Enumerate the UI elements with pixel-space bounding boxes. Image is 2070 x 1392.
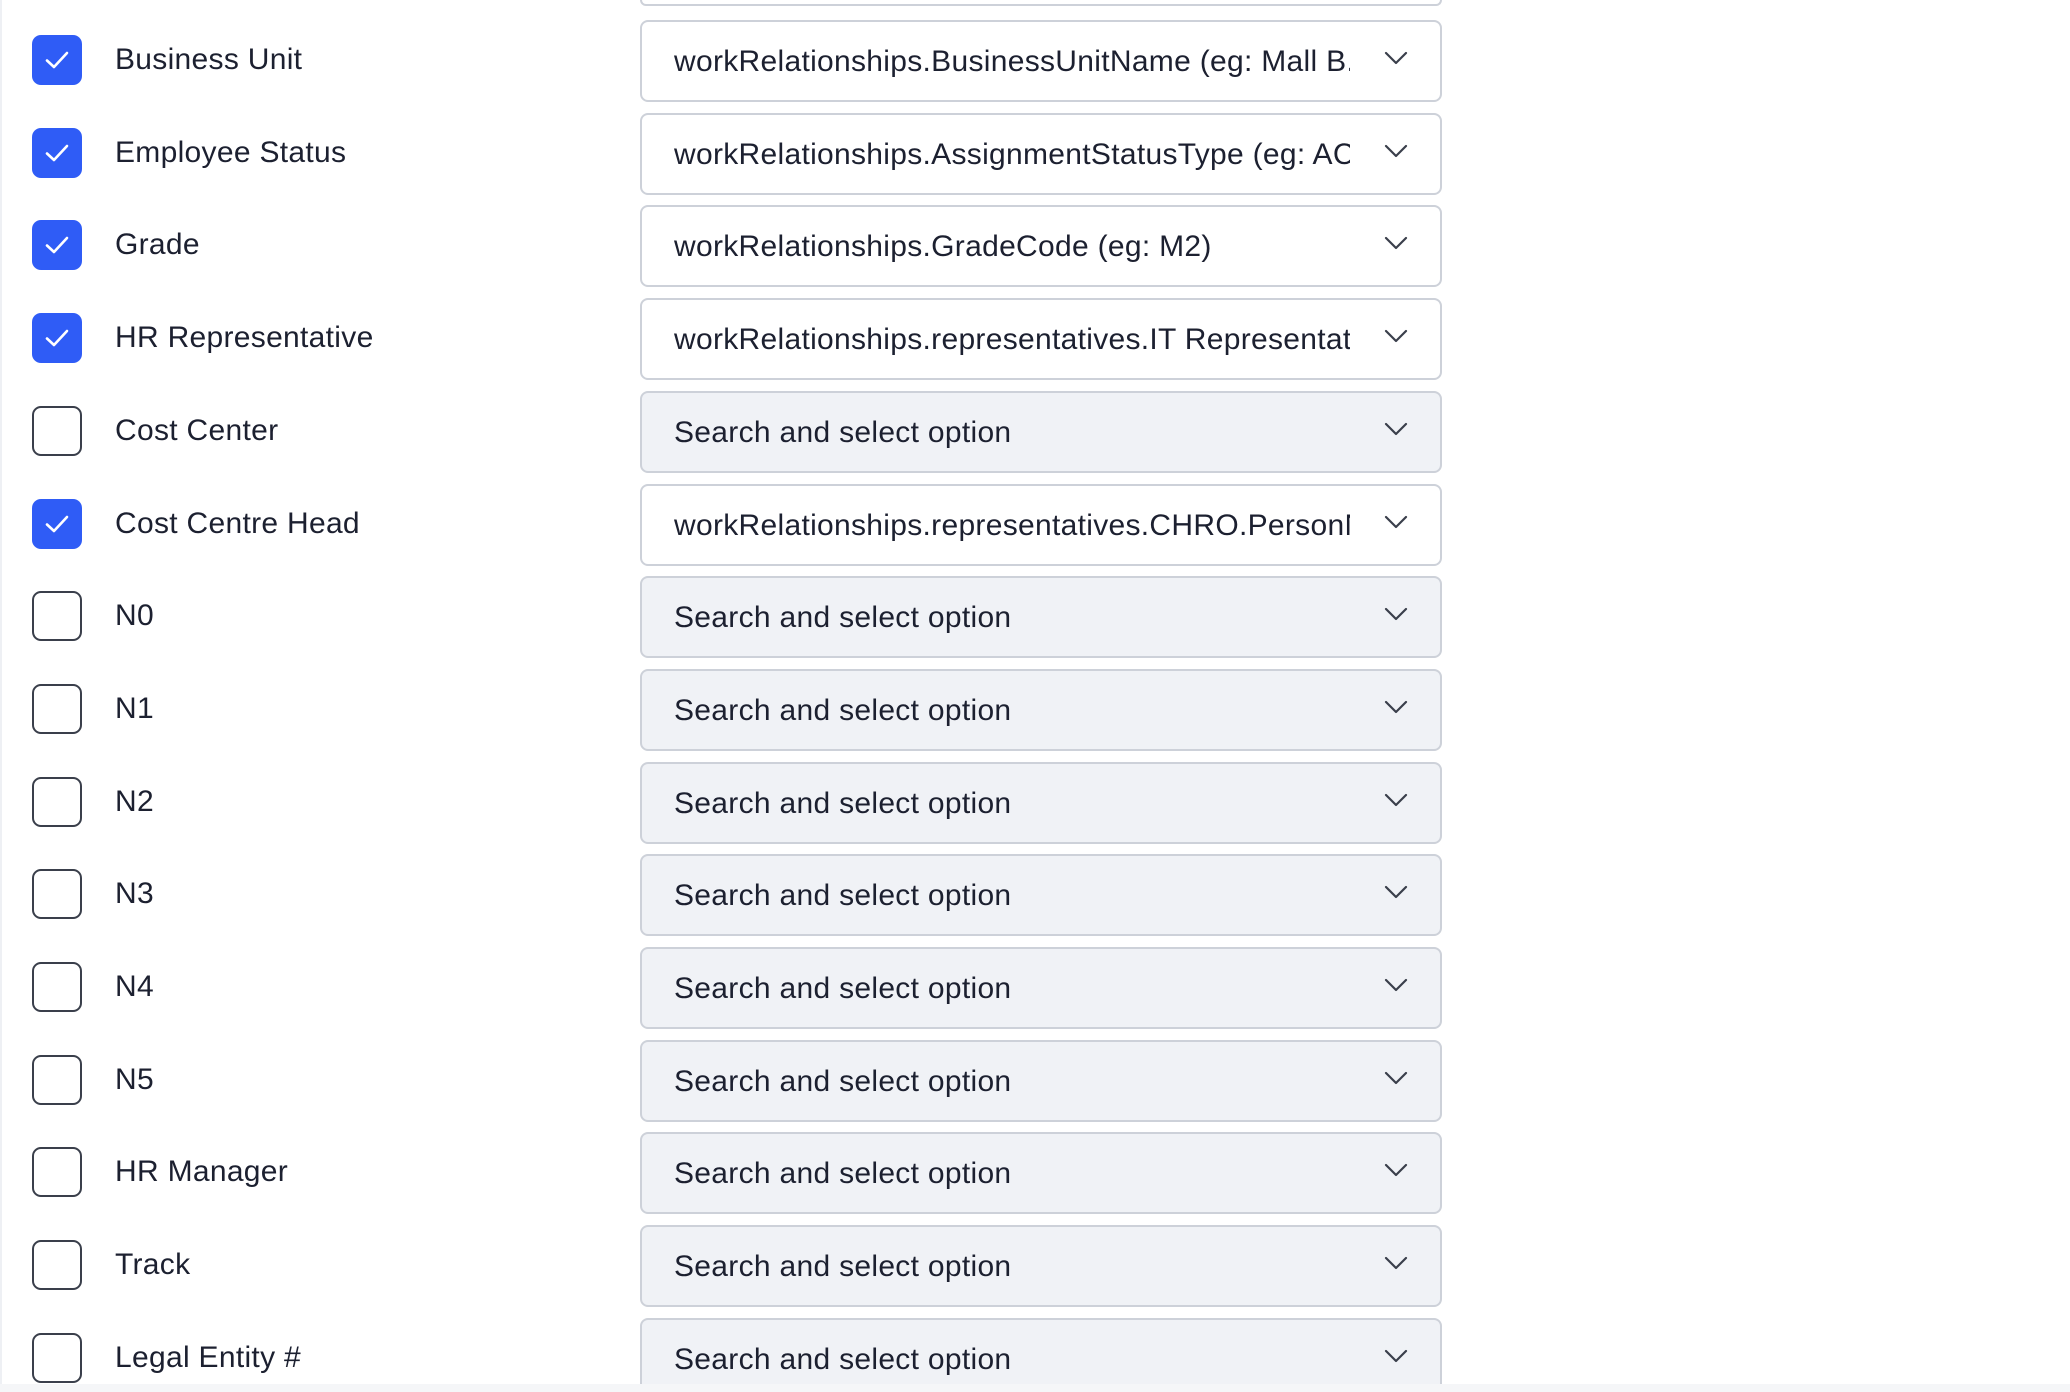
field-mapping-row-0: Business Unit workRelationships.Business… — [0, 14, 1460, 102]
select-value: workRelationships.AssignmentStatusType (… — [674, 138, 1350, 171]
chevron-down-icon — [1384, 1256, 1408, 1270]
select-value: workRelationships.BusinessUnitName (eg: … — [674, 45, 1350, 78]
chevron-down-icon — [1384, 1163, 1408, 1177]
previous-select-bottom-edge — [640, 0, 1442, 6]
field-label: N0 — [115, 599, 154, 632]
field-checkbox[interactable] — [32, 406, 82, 456]
field-checkbox[interactable] — [32, 313, 82, 363]
chevron-down-icon — [1384, 978, 1408, 992]
field-checkbox[interactable] — [32, 128, 82, 178]
field-checkbox[interactable] — [32, 220, 82, 270]
field-mapping-select[interactable]: workRelationships.representatives.IT Rep… — [640, 298, 1442, 380]
field-label: HR Manager — [115, 1155, 289, 1188]
panel-bottom-band — [0, 1384, 2070, 1392]
field-mapping-row-1: Employee Status workRelationships.Assign… — [0, 107, 1460, 195]
field-mapping-select[interactable]: Search and select option — [640, 762, 1442, 844]
field-mapping-row-10: N4 Search and select option — [0, 941, 1460, 1029]
select-value: workRelationships.GradeCode (eg: M2) — [674, 230, 1212, 263]
field-checkbox[interactable] — [32, 962, 82, 1012]
field-label: Cost Centre Head — [115, 507, 360, 540]
field-mapping-select[interactable]: workRelationships.representatives.CHRO.P… — [640, 484, 1442, 566]
field-mapping-select[interactable]: Search and select option — [640, 947, 1442, 1029]
select-placeholder: Search and select option — [674, 787, 1012, 820]
field-label: Business Unit — [115, 43, 303, 76]
field-label: N1 — [115, 692, 154, 725]
check-icon — [45, 329, 69, 347]
field-label: N2 — [115, 785, 154, 818]
field-label: Legal Entity # — [115, 1341, 301, 1374]
field-mapping-select[interactable]: Search and select option — [640, 669, 1442, 751]
field-checkbox[interactable] — [32, 499, 82, 549]
field-label: Cost Center — [115, 414, 279, 447]
field-mapping-row-9: N3 Search and select option — [0, 848, 1460, 936]
select-value: workRelationships.representatives.CHRO.P… — [674, 509, 1350, 542]
field-mapping-row-11: N5 Search and select option — [0, 1034, 1460, 1122]
field-checkbox[interactable] — [32, 35, 82, 85]
field-mapping-panel: Business Unit workRelationships.Business… — [0, 0, 2070, 1392]
field-label: N4 — [115, 970, 154, 1003]
field-mapping-select[interactable]: Search and select option — [640, 1225, 1442, 1307]
field-checkbox[interactable] — [32, 777, 82, 827]
field-mapping-row-2: Grade workRelationships.GradeCode (eg: M… — [0, 199, 1460, 287]
field-mapping-select[interactable]: workRelationships.BusinessUnitName (eg: … — [640, 20, 1442, 102]
select-placeholder: Search and select option — [674, 601, 1012, 634]
check-icon — [45, 144, 69, 162]
select-placeholder: Search and select option — [674, 694, 1012, 727]
field-mapping-row-7: N1 Search and select option — [0, 663, 1460, 751]
chevron-down-icon — [1384, 700, 1408, 714]
field-mapping-row-8: N2 Search and select option — [0, 756, 1460, 844]
check-icon — [45, 515, 69, 533]
field-mapping-row-4: Cost Center Search and select option — [0, 385, 1460, 473]
field-label: HR Representative — [115, 321, 374, 354]
select-placeholder: Search and select option — [674, 972, 1012, 1005]
select-value: workRelationships.representatives.IT Rep… — [674, 323, 1350, 356]
field-mapping-select[interactable]: Search and select option — [640, 1132, 1442, 1214]
field-mapping-row-3: HR Representative workRelationships.repr… — [0, 292, 1460, 380]
select-placeholder: Search and select option — [674, 879, 1012, 912]
select-placeholder: Search and select option — [674, 1250, 1012, 1283]
field-label: Grade — [115, 228, 200, 261]
field-label: N5 — [115, 1063, 154, 1096]
select-placeholder: Search and select option — [674, 416, 1012, 449]
field-mapping-select[interactable]: Search and select option — [640, 1318, 1442, 1392]
field-mapping-row-12: HR Manager Search and select option — [0, 1126, 1460, 1214]
chevron-down-icon — [1384, 515, 1408, 529]
field-checkbox[interactable] — [32, 1333, 82, 1383]
field-label: Employee Status — [115, 136, 347, 169]
select-placeholder: Search and select option — [674, 1343, 1012, 1376]
field-label: N3 — [115, 877, 154, 910]
field-checkbox[interactable] — [32, 684, 82, 734]
chevron-down-icon — [1384, 422, 1408, 436]
field-checkbox[interactable] — [32, 1240, 82, 1290]
field-mapping-row-13: Track Search and select option — [0, 1219, 1460, 1307]
field-checkbox[interactable] — [32, 1147, 82, 1197]
check-icon — [45, 236, 69, 254]
chevron-down-icon — [1384, 607, 1408, 621]
select-placeholder: Search and select option — [674, 1157, 1012, 1190]
field-mapping-select[interactable]: Search and select option — [640, 854, 1442, 936]
field-mapping-select[interactable]: Search and select option — [640, 1040, 1442, 1122]
chevron-down-icon — [1384, 236, 1408, 250]
field-mapping-select[interactable]: Search and select option — [640, 391, 1442, 473]
field-mapping-row-14: Legal Entity # Search and select option — [0, 1312, 1460, 1392]
check-icon — [45, 51, 69, 69]
chevron-down-icon — [1384, 51, 1408, 65]
select-placeholder: Search and select option — [674, 1065, 1012, 1098]
field-checkbox[interactable] — [32, 869, 82, 919]
field-mapping-select[interactable]: workRelationships.GradeCode (eg: M2) — [640, 205, 1442, 287]
field-mapping-select[interactable]: workRelationships.AssignmentStatusType (… — [640, 113, 1442, 195]
field-mapping-row-6: N0 Search and select option — [0, 570, 1460, 658]
chevron-down-icon — [1384, 793, 1408, 807]
chevron-down-icon — [1384, 329, 1408, 343]
chevron-down-icon — [1384, 144, 1408, 158]
chevron-down-icon — [1384, 1071, 1408, 1085]
field-label: Track — [115, 1248, 191, 1281]
chevron-down-icon — [1384, 885, 1408, 899]
chevron-down-icon — [1384, 1349, 1408, 1363]
field-checkbox[interactable] — [32, 1055, 82, 1105]
field-checkbox[interactable] — [32, 591, 82, 641]
field-mapping-select[interactable]: Search and select option — [640, 576, 1442, 658]
field-mapping-row-5: Cost Centre Head workRelationships.repre… — [0, 478, 1460, 566]
